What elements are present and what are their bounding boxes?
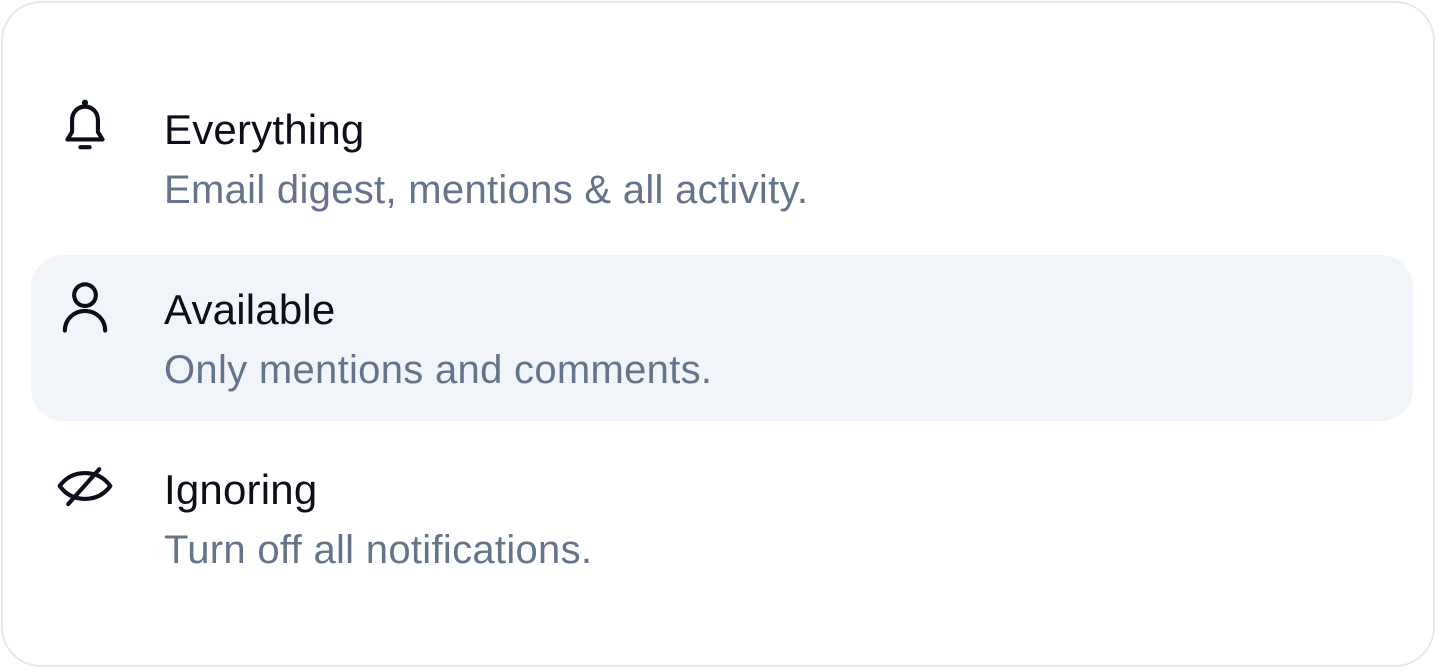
notification-settings-card: Everything Email digest, mentions & all … — [1, 1, 1435, 667]
option-description: Email digest, mentions & all activity. — [164, 168, 809, 212]
option-everything[interactable]: Everything Email digest, mentions & all … — [31, 75, 1413, 241]
option-description: Turn off all notifications. — [164, 528, 593, 572]
eye-off-icon — [54, 455, 116, 517]
option-title: Ignoring — [164, 466, 318, 513]
bell-icon — [54, 95, 116, 157]
option-ignoring[interactable]: Ignoring Turn off all notifications. — [31, 435, 1413, 601]
option-title: Available — [164, 286, 336, 333]
user-icon — [54, 275, 116, 337]
option-title: Everything — [164, 106, 365, 153]
option-description: Only mentions and comments. — [164, 348, 713, 392]
option-available[interactable]: Available Only mentions and comments. — [31, 255, 1413, 421]
